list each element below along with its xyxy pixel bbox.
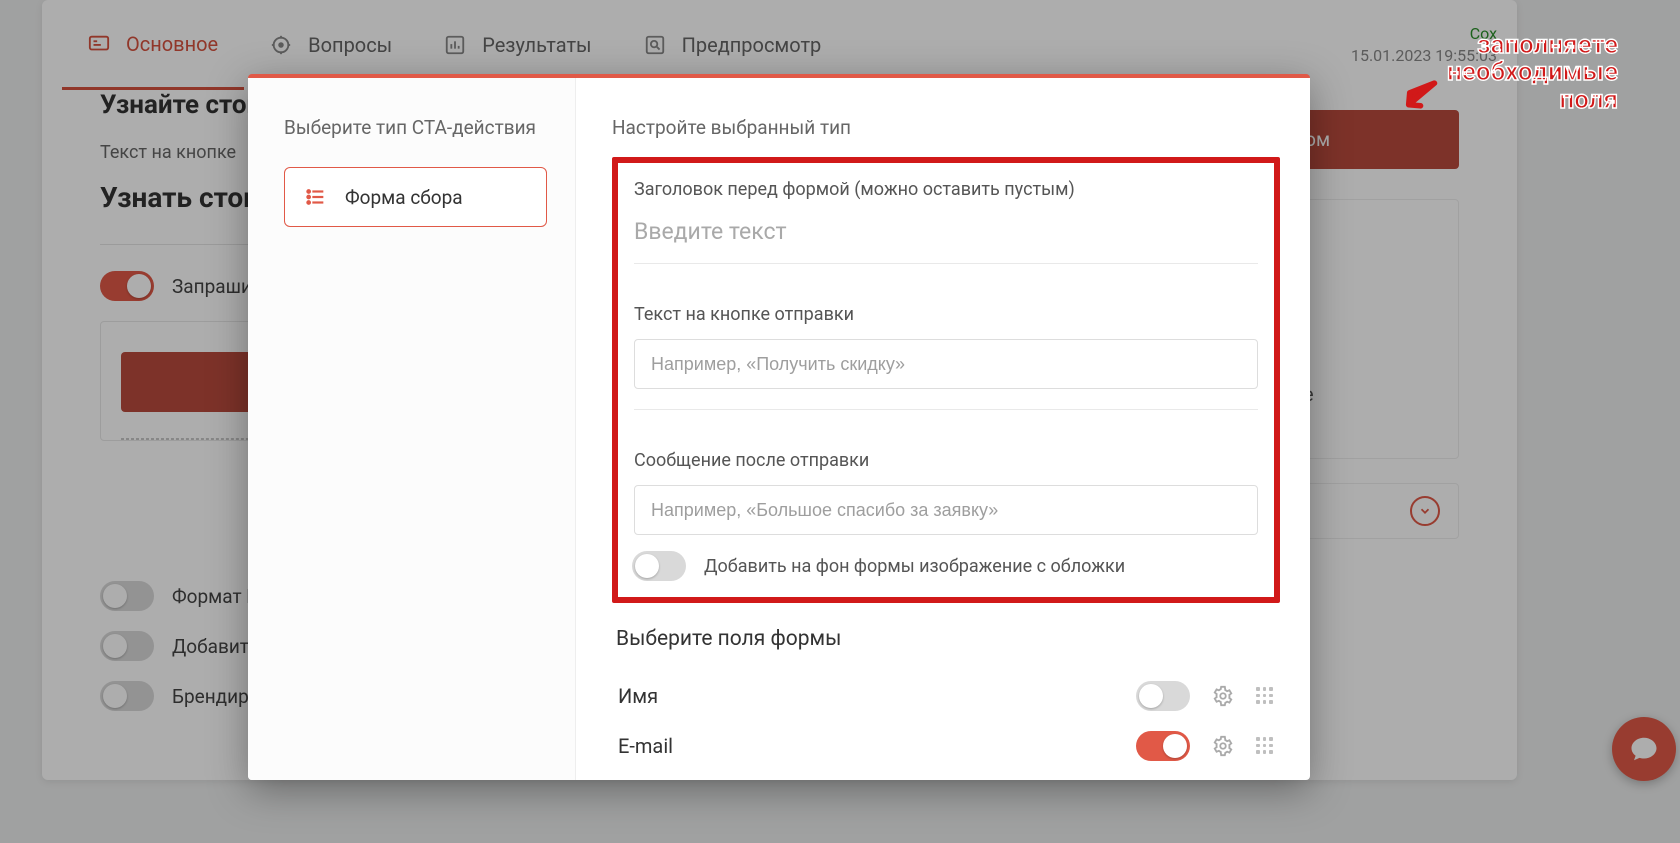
- choose-fields-title: Выберите поля формы: [616, 627, 1280, 651]
- modal-right-title: Настройте выбранный тип: [612, 116, 1280, 139]
- cta-modal: Выберите тип CTA-действия Форма сбора На…: [248, 74, 1310, 780]
- gear-icon[interactable]: [1212, 685, 1234, 707]
- modal-left-title: Выберите тип CTA-действия: [284, 116, 547, 139]
- divider: [634, 263, 1258, 264]
- form-field-label: E-mail: [618, 734, 673, 758]
- highlighted-config-box: Заголовок перед формой (можно оставить п…: [612, 157, 1280, 603]
- submit-text-group: Текст на кнопке отправки: [632, 298, 1260, 444]
- form-header-input[interactable]: Введите текст: [634, 214, 1258, 261]
- divider: [634, 409, 1258, 410]
- submit-text-label: Текст на кнопке отправки: [634, 304, 1258, 325]
- bg-image-toggle[interactable]: [632, 551, 686, 581]
- form-field-row-name: Имя: [612, 671, 1280, 721]
- cta-option-form[interactable]: Форма сбора: [284, 167, 547, 227]
- field-toggle-email[interactable]: [1136, 731, 1190, 761]
- form-field-row-email: E-mail: [612, 721, 1280, 771]
- field-toggle-name[interactable]: [1136, 681, 1190, 711]
- form-field-label: Имя: [618, 684, 658, 708]
- after-message-input[interactable]: [634, 485, 1258, 535]
- gear-icon[interactable]: [1212, 735, 1234, 757]
- drag-handle-icon[interactable]: [1256, 687, 1274, 705]
- modal-right-pane: Настройте выбранный тип Заголовок перед …: [576, 78, 1310, 780]
- drag-handle-icon[interactable]: [1256, 737, 1274, 755]
- form-header-label: Заголовок перед формой (можно оставить п…: [634, 179, 1258, 200]
- modal-left-pane: Выберите тип CTA-действия Форма сбора: [248, 78, 576, 780]
- after-message-label: Сообщение после отправки: [634, 450, 1258, 471]
- form-header-group: Заголовок перед формой (можно оставить п…: [632, 173, 1260, 298]
- cta-option-label: Форма сбора: [345, 186, 463, 209]
- bg-image-toggle-row: Добавить на фон формы изображение с обло…: [632, 551, 1260, 581]
- after-message-group: Сообщение после отправки: [632, 444, 1260, 541]
- list-icon: [305, 186, 327, 208]
- submit-text-input[interactable]: [634, 339, 1258, 389]
- bg-image-toggle-label: Добавить на фон формы изображение с обло…: [704, 556, 1125, 577]
